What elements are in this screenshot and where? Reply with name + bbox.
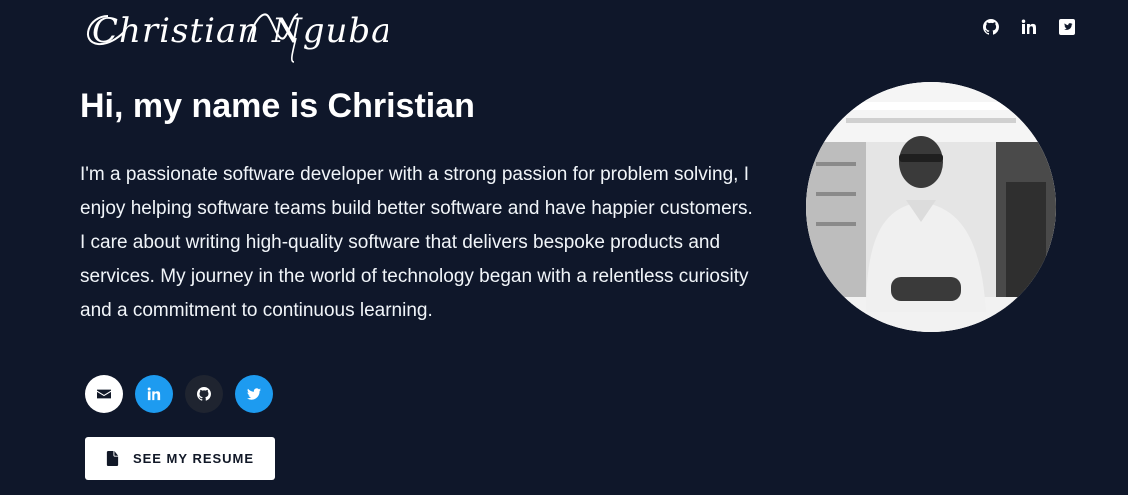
profile-photo-graphic	[806, 82, 1056, 332]
twitter-square-icon[interactable]	[1058, 18, 1076, 36]
linkedin-button[interactable]	[135, 375, 173, 413]
twitter-icon	[247, 388, 261, 400]
github-icon	[197, 387, 211, 401]
logo-text: Christian Ngubana	[92, 11, 388, 51]
github-button[interactable]	[185, 375, 223, 413]
social-buttons	[85, 375, 273, 413]
file-icon	[106, 451, 119, 466]
profile-photo	[806, 82, 1056, 332]
page-title: Hi, my name is Christian	[80, 87, 475, 125]
intro-paragraph: I'm a passionate software developer with…	[80, 164, 753, 321]
envelope-icon	[97, 389, 111, 399]
logo-signature-graphic: Christian Ngubana	[87, 11, 436, 63]
email-button[interactable]	[85, 375, 123, 413]
twitter-button[interactable]	[235, 375, 273, 413]
github-icon[interactable]	[982, 18, 1000, 36]
linkedin-icon[interactable]	[1020, 18, 1038, 36]
header-social-nav	[982, 18, 1076, 36]
signature-logo[interactable]: Christian Ngubana	[78, 2, 436, 66]
page: Christian Ngubana Hi, my name is Christi…	[0, 0, 1128, 495]
resume-button-label: SEE MY RESUME	[132, 451, 255, 466]
see-my-resume-button[interactable]: SEE MY RESUME	[85, 437, 275, 480]
linkedin-icon	[147, 387, 161, 401]
